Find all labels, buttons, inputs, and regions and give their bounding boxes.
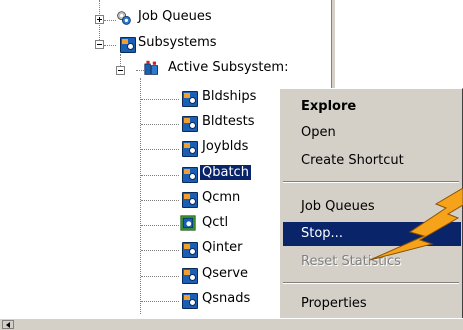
horizontal-scrollbar[interactable]: [0, 318, 463, 330]
lightning-bolt-icon: [369, 187, 463, 261]
scroll-left-button[interactable]: [2, 320, 14, 329]
